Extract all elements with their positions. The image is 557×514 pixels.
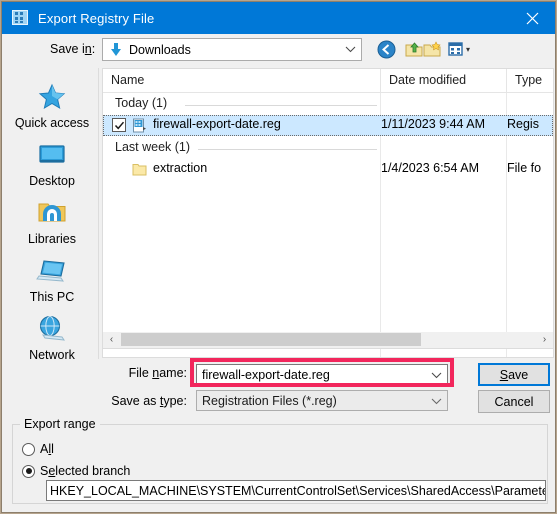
quick-access-star-icon: [35, 80, 69, 114]
scroll-right-icon[interactable]: ›: [536, 332, 553, 347]
scrollbar-thumb[interactable]: [121, 333, 421, 346]
desktop-monitor-icon: [35, 138, 69, 172]
column-header-row: Name ⌄ Date modified ⌄ Type: [103, 69, 553, 93]
file-date-modified: 1/4/2023 6:54 AM: [381, 161, 479, 175]
radio-selected-branch[interactable]: Selected branch: [22, 462, 130, 480]
cancel-button[interactable]: Cancel: [478, 390, 550, 413]
views-icon[interactable]: ▾: [447, 38, 471, 61]
sidebar-item-label: Quick access: [14, 116, 90, 130]
group-header-label: Today (1): [115, 96, 168, 110]
file-date-modified: 1/11/2023 9:44 AM: [381, 117, 486, 131]
title-bar: Export Registry File: [2, 2, 555, 34]
save-button[interactable]: Save: [478, 363, 550, 386]
registry-editor-icon: [12, 9, 30, 27]
downloads-arrow-icon: [108, 42, 124, 58]
this-pc-laptop-icon: [35, 254, 69, 288]
registry-path-field[interactable]: HKEY_LOCAL_MACHINE\SYSTEM\CurrentControl…: [46, 480, 546, 501]
save-as-type-combobox[interactable]: Registration Files (*.reg): [196, 390, 448, 411]
sidebar-item-this-pc[interactable]: This PC: [5, 252, 99, 306]
libraries-folder-icon: [35, 196, 69, 230]
sidebar-item-desktop[interactable]: Desktop: [5, 136, 99, 190]
row-checkbox[interactable]: [112, 118, 126, 132]
group-header-label: Last week (1): [115, 140, 191, 154]
column-header-name[interactable]: Name ⌄: [103, 69, 381, 92]
new-folder-icon[interactable]: [420, 38, 444, 61]
file-name-field[interactable]: firewall-export-date.reg: [196, 364, 448, 385]
sidebar-item-label: Desktop: [29, 174, 75, 188]
folder-icon: [132, 162, 147, 177]
sidebar-item-network[interactable]: Network: [5, 310, 99, 364]
close-icon[interactable]: [509, 2, 555, 34]
reg-file-icon: [132, 118, 147, 133]
save-in-combobox[interactable]: Downloads: [102, 38, 362, 61]
group-header-last-week: Last week (1): [103, 139, 553, 159]
file-name-value: firewall-export-date.reg: [202, 367, 330, 382]
chevron-down-icon[interactable]: [426, 365, 446, 386]
radio-indicator[interactable]: [22, 464, 35, 478]
radio-label: All: [40, 442, 54, 456]
chevron-down-icon[interactable]: [426, 391, 446, 412]
save-in-label: Save in:: [50, 42, 96, 56]
file-type: File fo: [507, 161, 542, 175]
save-in-row: Save in: Downloads ▾: [2, 34, 555, 66]
column-header-type[interactable]: Type: [507, 69, 553, 92]
sidebar-item-label: Libraries: [28, 232, 76, 246]
file-name-label: File name:: [128, 366, 187, 380]
file-name-combobox[interactable]: firewall-export-date.reg: [192, 360, 452, 385]
window-title: Export Registry File: [38, 10, 155, 26]
export-registry-file-dialog: Export Registry File Save in: Downloads: [1, 1, 556, 513]
radio-indicator[interactable]: [22, 442, 35, 456]
views-dropdown-arrow[interactable]: ▾: [466, 45, 470, 54]
sidebar-item-label: This PC: [29, 290, 75, 304]
sidebar-item-libraries[interactable]: Libraries: [5, 194, 99, 248]
places-bar: Quick access Desktop Libraries This PC N…: [5, 68, 99, 362]
network-globe-icon: [35, 312, 69, 346]
file-name: firewall-export-date.reg: [153, 117, 281, 131]
save-in-value: Downloads: [129, 42, 191, 57]
sort-caret-icon: ⌄: [438, 75, 447, 85]
save-as-type-label: Save as type:: [111, 394, 187, 408]
table-row[interactable]: extraction 1/4/2023 6:54 AM File fo: [103, 159, 553, 180]
horizontal-scrollbar[interactable]: ‹ ›: [102, 332, 554, 349]
radio-label: Selected branch: [40, 464, 131, 478]
export-range-legend: Export range: [20, 417, 100, 431]
sidebar-item-label: Network: [29, 348, 75, 362]
radio-all[interactable]: All: [22, 440, 54, 458]
table-row[interactable]: firewall-export-date.reg 1/11/2023 9:44 …: [103, 115, 553, 136]
chevron-down-icon[interactable]: [340, 39, 360, 60]
registry-path-value: HKEY_LOCAL_MACHINE\SYSTEM\CurrentControl…: [50, 483, 545, 498]
save-as-type-value: Registration Files (*.reg): [202, 393, 337, 408]
back-icon[interactable]: [374, 38, 398, 61]
scroll-left-icon[interactable]: ‹: [103, 332, 120, 347]
file-list-pane[interactable]: Name ⌄ Date modified ⌄ Type Today (1): [102, 68, 554, 358]
file-type: Regis: [507, 117, 539, 131]
file-name: extraction: [153, 161, 208, 175]
group-header-today: Today (1): [103, 95, 553, 115]
column-header-date-modified[interactable]: Date modified ⌄: [381, 69, 507, 92]
sidebar-item-quick-access[interactable]: Quick access: [5, 78, 99, 132]
